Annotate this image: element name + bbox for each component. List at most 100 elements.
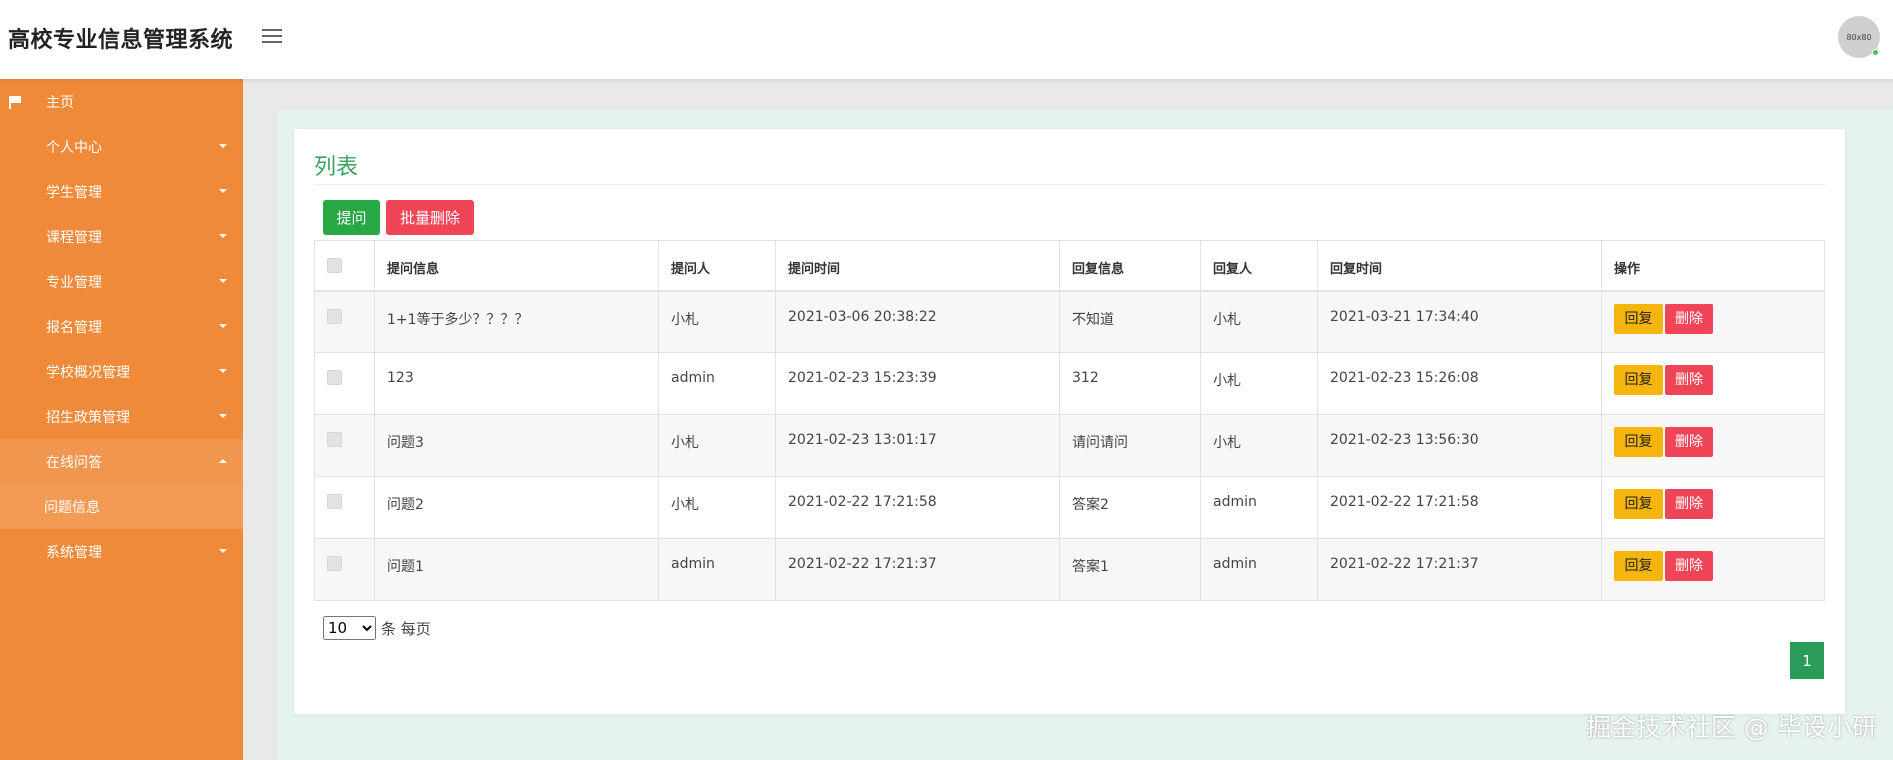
sidebar-item-label: 学生管理 (46, 184, 102, 201)
sidebar-item-label: 课程管理 (46, 229, 102, 246)
delete-button[interactable]: 删除 (1665, 365, 1713, 395)
table-row: 123 admin 2021-02-23 15:23:39 312 小札 2021-02-… (314, 352, 1825, 415)
delete-button[interactable]: 删除 (1665, 551, 1713, 581)
row-select-cell (314, 476, 375, 539)
sidebar-item-7[interactable]: 招生政策管理 (0, 394, 243, 439)
list-card: 列表 提问 批量删除 提问信息 提问人 提问时间 回复信息 回复人 回复时间 操… (294, 129, 1845, 714)
row-select-cell (314, 538, 375, 601)
page-size-control: 10 条 每页 (323, 616, 431, 640)
cell-actions: 回复 删除 (1601, 290, 1825, 353)
grid-icon (8, 546, 22, 558)
batch-delete-button[interactable]: 批量删除 (386, 200, 474, 235)
header-question: 提问信息 (374, 240, 659, 292)
cell-ask-time: 2021-02-23 13:01:17 (775, 414, 1060, 477)
sidebar-item-3[interactable]: 课程管理 (0, 214, 243, 259)
select-all-checkbox[interactable] (327, 258, 342, 273)
top-header: 高校专业信息管理系统 80x80 (0, 0, 1893, 79)
app-title: 高校专业信息管理系统 (8, 28, 234, 53)
row-checkbox[interactable] (327, 556, 342, 571)
header-ask-time: 提问时间 (775, 240, 1060, 292)
sidebar-item-4[interactable]: 专业管理 (0, 259, 243, 304)
row-select-cell (314, 290, 375, 353)
sidebar-item-9[interactable]: 系统管理 (0, 529, 243, 574)
delete-button[interactable]: 删除 (1665, 303, 1713, 334)
sidebar-item-1[interactable]: 个人中心 (0, 124, 243, 169)
cell-asker: 小札 (658, 476, 776, 539)
delete-button[interactable]: 删除 (1665, 489, 1713, 519)
header-asker: 提问人 (658, 240, 776, 292)
cell-ask-time: 2021-02-22 17:21:37 (775, 538, 1060, 601)
row-checkbox[interactable] (327, 308, 342, 324)
row-select-cell (314, 352, 375, 415)
page-title: 列表 (314, 155, 359, 180)
cell-ask-time: 2021-02-22 17:21:58 (775, 476, 1060, 539)
pagination-page-1[interactable]: 1 (1790, 642, 1824, 679)
grid-icon (8, 186, 22, 198)
sidebar-item-label: 系统管理 (46, 544, 102, 561)
cell-asker: admin (658, 538, 776, 601)
table-body: 1+1等于多少？？？？ 小札 2021-03-06 20:38:22 不知道 小札 202… (314, 290, 1825, 601)
cell-question: 1+1等于多少？？？？ (374, 290, 659, 353)
flag-icon (8, 95, 22, 109)
caret-down-icon (219, 144, 227, 148)
grid-icon (8, 411, 22, 423)
cell-ask-time: 2021-02-23 15:23:39 (775, 352, 1060, 415)
submenu-item-question-info[interactable]: 问题信息 (0, 484, 243, 529)
delete-button[interactable]: 删除 (1665, 427, 1713, 457)
cell-reply-time: 2021-02-22 17:21:58 (1317, 476, 1602, 539)
cell-ask-time: 2021-03-06 20:38:22 (775, 290, 1060, 353)
header-replier: 回复人 (1200, 240, 1318, 292)
reply-button[interactable]: 回复 (1614, 489, 1663, 519)
row-checkbox[interactable] (327, 494, 342, 509)
select-all-cell (314, 240, 375, 292)
sidebar-item-label: 招生政策管理 (46, 409, 130, 426)
reply-button[interactable]: 回复 (1614, 427, 1663, 457)
sidebar-item-label: 学校概况管理 (46, 364, 130, 381)
title-divider (314, 184, 1825, 185)
sidebar-item-label: 主页 (46, 94, 74, 111)
sidebar-item-6[interactable]: 学校概况管理 (0, 349, 243, 394)
row-checkbox[interactable] (327, 432, 342, 447)
cell-reply-time: 2021-02-22 17:21:37 (1317, 538, 1602, 601)
cell-asker: 小札 (658, 414, 776, 477)
caret-down-icon (219, 279, 227, 283)
cell-replier: admin (1200, 476, 1318, 539)
cell-reply: 请问请问 (1059, 414, 1201, 477)
cell-question: 问题2 (374, 476, 659, 539)
sidebar-item-0[interactable]: 主页 (0, 79, 243, 124)
caret-down-icon (219, 414, 227, 418)
cell-actions: 回复 删除 (1601, 538, 1825, 601)
ask-question-button[interactable]: 提问 (323, 200, 380, 235)
sidebar-item-8[interactable]: 在线问答 (0, 439, 243, 484)
content-area: 列表 提问 批量删除 提问信息 提问人 提问时间 回复信息 回复人 回复时间 操… (278, 110, 1893, 760)
cell-replier: admin (1200, 538, 1318, 601)
grid-icon (8, 276, 22, 288)
row-checkbox[interactable] (327, 370, 342, 385)
cell-replier: 小札 (1200, 414, 1318, 477)
header-reply: 回复信息 (1059, 240, 1201, 292)
avatar-text: 80x80 (1846, 32, 1872, 42)
cell-reply-time: 2021-02-23 13:56:30 (1317, 414, 1602, 477)
sidebar-item-2[interactable]: 学生管理 (0, 169, 243, 214)
caret-down-icon (219, 549, 227, 553)
app-root: 高校专业信息管理系统 80x80 主页个人中心学生管理课程管理专业管理报名管理学… (0, 0, 1893, 760)
avatar[interactable]: 80x80 (1838, 16, 1880, 58)
grid-icon (8, 231, 22, 243)
sidebar-item-label: 报名管理 (46, 319, 102, 336)
reply-button[interactable]: 回复 (1614, 303, 1663, 334)
cell-reply: 答案2 (1059, 476, 1201, 539)
reply-button[interactable]: 回复 (1614, 551, 1663, 581)
reply-button[interactable]: 回复 (1614, 365, 1663, 395)
sidebar-item-label: 个人中心 (46, 139, 102, 156)
sidebar-item-5[interactable]: 报名管理 (0, 304, 243, 349)
caret-up-icon (219, 459, 227, 463)
question-table: 提问信息 提问人 提问时间 回复信息 回复人 回复时间 操作 1+1等于多少？？… (314, 240, 1825, 601)
cell-question: 问题3 (374, 414, 659, 477)
menu-toggle-icon[interactable] (262, 29, 282, 45)
page-size-select[interactable]: 10 (323, 616, 376, 640)
sidebar: 主页个人中心学生管理课程管理专业管理报名管理学校概况管理 招生政策管理在线问答 问题… (0, 79, 243, 760)
per-page-label: 条 每页 (381, 619, 431, 638)
header-actions: 操作 (1601, 240, 1825, 292)
cell-asker: 小札 (658, 290, 776, 353)
cell-question: 问题1 (374, 538, 659, 601)
